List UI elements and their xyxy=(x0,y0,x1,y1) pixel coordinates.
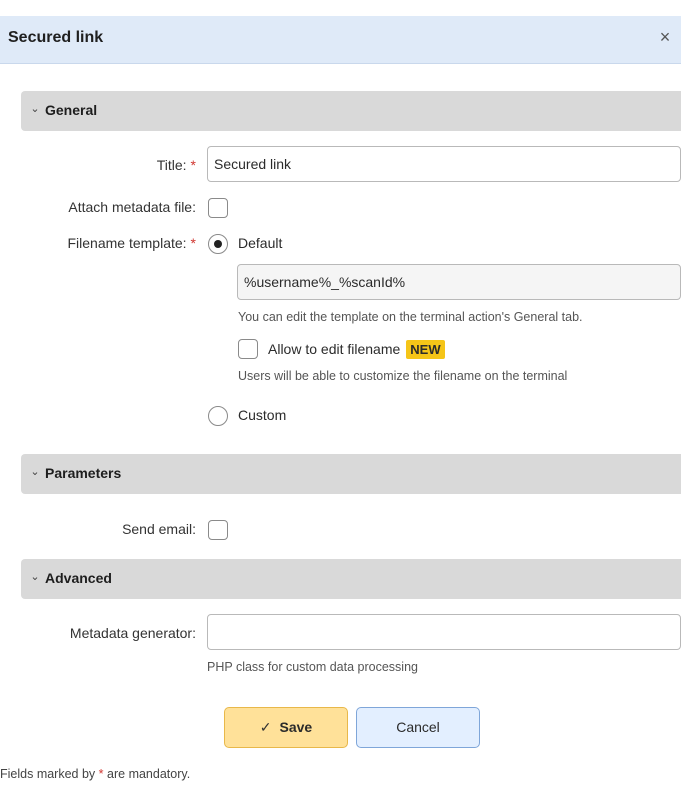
chevron-down-icon: ⌄ xyxy=(30,103,40,115)
cancel-button[interactable]: Cancel xyxy=(356,707,480,748)
section-parameters-label: Parameters xyxy=(45,465,122,481)
section-parameters-header[interactable]: ⌄ Parameters xyxy=(21,454,681,494)
save-button-label: Save xyxy=(279,719,313,735)
required-marker: * xyxy=(190,235,196,251)
chevron-down-icon: ⌄ xyxy=(30,571,40,583)
required-marker: * xyxy=(98,767,104,781)
check-icon: ✓ xyxy=(259,719,272,735)
default-radio[interactable] xyxy=(208,234,228,254)
filename-template-label: Filename template: * xyxy=(67,235,196,251)
close-icon[interactable]: × xyxy=(655,26,675,48)
section-general-label: General xyxy=(45,102,98,118)
attach-metadata-checkbox[interactable] xyxy=(208,198,228,218)
save-button[interactable]: ✓ Save xyxy=(224,707,348,748)
section-advanced-header[interactable]: ⌄ Advanced xyxy=(21,559,681,599)
required-marker: * xyxy=(190,157,196,173)
allow-edit-filename-checkbox[interactable] xyxy=(238,339,258,359)
metadata-generator-label: Metadata generator: xyxy=(69,625,196,641)
section-general-header[interactable]: ⌄ General xyxy=(21,91,681,131)
radio-selected-dot xyxy=(214,240,222,248)
dialog-title: Secured link xyxy=(8,29,104,46)
custom-radio[interactable] xyxy=(208,406,228,426)
chevron-down-icon: ⌄ xyxy=(30,466,40,478)
default-radio-label: Default xyxy=(238,235,283,251)
allow-edit-filename-label: Allow to edit filename NEW xyxy=(268,340,445,359)
send-email-label: Send email: xyxy=(122,521,196,537)
metadata-generator-input[interactable] xyxy=(207,614,681,650)
title-label: Title: * xyxy=(156,157,196,173)
attach-metadata-label: Attach metadata file: xyxy=(68,199,196,215)
send-email-checkbox[interactable] xyxy=(208,520,228,540)
metadata-generator-hint: PHP class for custom data processing xyxy=(207,660,418,674)
allow-edit-hint: Users will be able to customize the file… xyxy=(238,369,568,383)
template-hint: You can edit the template on the termina… xyxy=(238,310,583,324)
section-advanced-label: Advanced xyxy=(45,570,112,586)
new-badge: NEW xyxy=(406,340,445,359)
mandatory-fields-note: Fields marked by * are mandatory. xyxy=(0,767,191,781)
custom-radio-label: Custom xyxy=(238,407,287,423)
filename-template-input[interactable]: %username%_%scanId% xyxy=(237,264,681,300)
dialog-titlebar: Secured link × xyxy=(0,16,681,64)
title-input[interactable]: Secured link xyxy=(207,146,681,182)
